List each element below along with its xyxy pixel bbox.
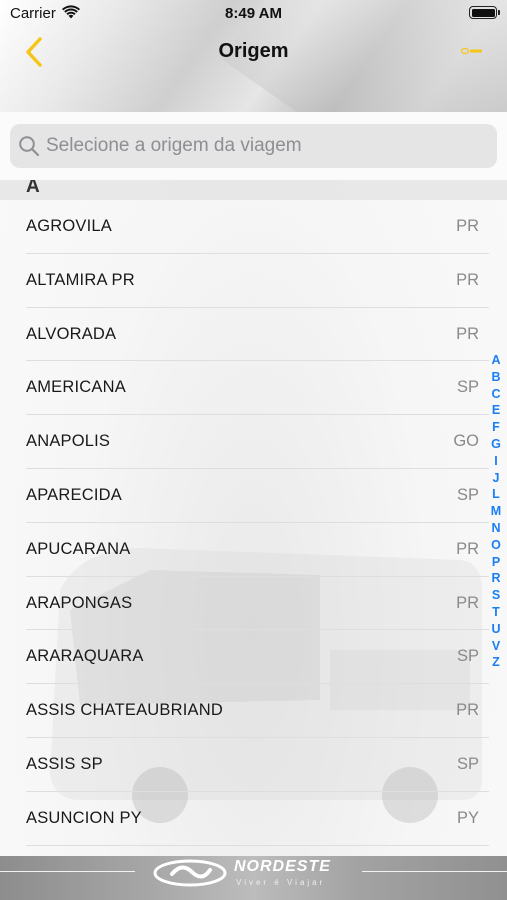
city-name: AMERICANA	[26, 378, 126, 397]
city-name: ARAPONGAS	[26, 593, 133, 612]
rows-container: AGROVILA PR ALTAMIRA PR PR ALVORADA PR A…	[0, 200, 507, 846]
state-code: PR	[456, 539, 479, 558]
footer-brand: NORDESTE	[234, 858, 331, 875]
row-divider	[26, 844, 489, 846]
city-name: APARECIDA	[26, 485, 122, 504]
clock: 8:49 AM	[225, 5, 282, 22]
state-code: SP	[456, 754, 479, 773]
index-letter-a[interactable]: A	[491, 352, 500, 369]
state-code: GO	[453, 432, 479, 451]
list-item[interactable]: AGROVILA PR	[0, 200, 507, 254]
index-letter-i[interactable]: I	[494, 453, 497, 470]
index-letter-n[interactable]: N	[491, 520, 500, 537]
list-item[interactable]: ARAPONGAS PR	[0, 577, 507, 631]
index-letter-f[interactable]: F	[492, 419, 500, 436]
search-bar-container	[0, 112, 507, 180]
nav-bar: Origem	[0, 30, 507, 76]
state-code: PR	[456, 593, 479, 612]
city-name: ANAPOLIS	[26, 432, 111, 451]
status-bar: Carrier 8:49 AM	[0, 0, 507, 28]
list-item[interactable]: ASUNCION PY PY	[0, 792, 507, 846]
list-item[interactable]: ASSIS CHATEAUBRIAND PR	[0, 684, 507, 738]
footer-tagline: Viver é Viajar	[236, 878, 326, 887]
city-name: AGROVILA	[26, 217, 112, 235]
section-index-bar[interactable]: A B C E F G I J L M N O P R S T U V Z	[489, 352, 503, 671]
state-code: PR	[456, 701, 479, 720]
state-code: SP	[456, 485, 479, 504]
state-code: SP	[456, 647, 479, 666]
index-letter-p[interactable]: P	[492, 554, 500, 571]
list-item[interactable]: APARECIDA SP	[0, 469, 507, 523]
index-letter-r[interactable]: R	[491, 570, 500, 587]
page-title: Origem	[218, 40, 289, 62]
header: Carrier 8:49 AM Origem	[0, 0, 507, 112]
list-item[interactable]: ARARAQUARA SP	[0, 630, 507, 685]
state-code: PR	[456, 217, 479, 235]
index-letter-c[interactable]: C	[491, 386, 500, 403]
section-letter: A	[26, 180, 40, 197]
state-code: PY	[456, 808, 479, 827]
search-input[interactable]	[46, 124, 486, 168]
list-item[interactable]: ANAPOLIS GO	[0, 415, 507, 469]
index-letter-o[interactable]: O	[491, 537, 501, 554]
state-code: SP	[456, 378, 479, 397]
city-name: ASSIS CHATEAUBRIAND	[26, 701, 223, 720]
list-item[interactable]: APUCARANA PR	[0, 523, 507, 577]
list-item[interactable]: ASSIS SP SP	[0, 738, 507, 792]
search-icon	[19, 136, 40, 157]
city-name: APUCARANA	[26, 539, 131, 558]
battery-icon	[469, 6, 500, 19]
city-name: ASSIS SP	[26, 754, 103, 773]
city-name: ASUNCION PY	[26, 808, 142, 827]
index-letter-s[interactable]: S	[492, 587, 500, 604]
nordeste-logo-icon	[153, 859, 227, 887]
city-name: ALTAMIRA PR	[26, 270, 135, 289]
index-letter-b[interactable]: B	[491, 369, 500, 386]
index-letter-t[interactable]: T	[492, 604, 500, 621]
index-letter-e[interactable]: E	[492, 402, 500, 419]
index-letter-v[interactable]: V	[492, 638, 500, 655]
state-code: PR	[456, 270, 479, 289]
list-item[interactable]: ALVORADA PR	[0, 308, 507, 362]
search-field[interactable]	[10, 124, 497, 168]
index-letter-g[interactable]: G	[491, 436, 501, 453]
list-item[interactable]: ALTAMIRA PR PR	[0, 254, 507, 308]
index-letter-j[interactable]: J	[493, 470, 500, 487]
section-header: A	[0, 180, 507, 200]
footer-banner: NORDESTE Viver é Viajar	[0, 856, 507, 900]
index-letter-z[interactable]: Z	[492, 654, 500, 671]
city-name: ALVORADA	[26, 324, 117, 343]
index-letter-m[interactable]: M	[491, 503, 501, 520]
index-letter-l[interactable]: L	[492, 486, 500, 503]
list-item[interactable]: AMERICANA SP	[0, 361, 507, 416]
state-code: PR	[456, 324, 479, 343]
city-list: A AGROVILA PR ALTAMIRA PR PR ALVORADA PR…	[0, 180, 507, 856]
index-letter-u[interactable]: U	[491, 621, 500, 638]
screen: Carrier 8:49 AM Origem Selecione a orige…	[0, 0, 507, 900]
brand-logo-icon[interactable]	[461, 47, 483, 55]
city-name: ARARAQUARA	[26, 647, 144, 666]
